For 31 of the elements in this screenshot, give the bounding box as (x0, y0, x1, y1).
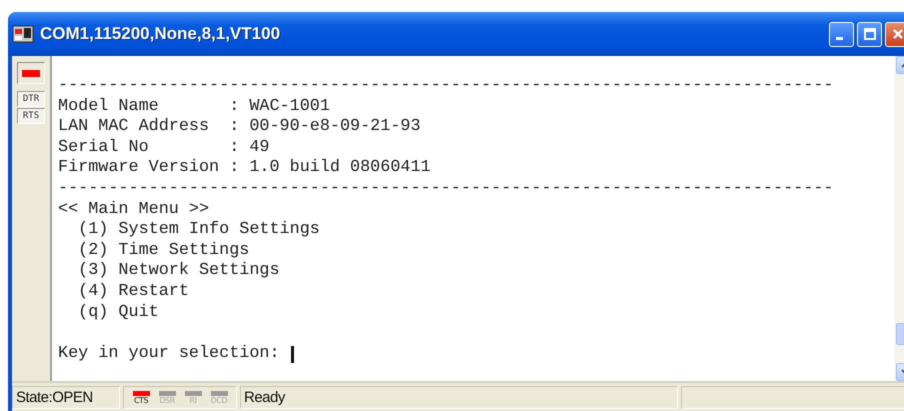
close-button[interactable] (885, 22, 904, 46)
signal-label: CTS (134, 396, 148, 404)
signal-toggle-button[interactable]: RTS (17, 108, 45, 124)
connection-state: State:OPEN (12, 386, 120, 409)
maximize-button[interactable] (857, 22, 882, 46)
signal-toggle-button[interactable]: DTR (17, 91, 45, 107)
terminal-line: Firmware Version : 1.0 build 08060411 (58, 158, 431, 179)
terminal-line: Model Name : WAC-1001 (58, 96, 330, 118)
terminal-line: LAN MAC Address : 00-90-e8-09-21-93 (58, 117, 421, 138)
terminal-line: ----------------------------------------------------------------------------- (58, 76, 834, 97)
terminal-line: Serial No : 49 (58, 138, 270, 158)
app-icon (12, 24, 34, 44)
led-indicator-button[interactable] (17, 62, 45, 84)
terminal-line: (3) Network Settings (77, 261, 280, 282)
terminal-line: (q) Quit (77, 302, 159, 324)
terminal-prompt: Key in your selection: (58, 344, 281, 364)
status-message: Ready (240, 386, 678, 409)
terminal-line: (4) Restart (77, 282, 189, 303)
signal-label: DSR (159, 396, 175, 404)
terminal-line: (1) System Info Settings (77, 220, 320, 241)
terminal-line: ----------------------------------------------------------------------------- (58, 178, 834, 200)
maximize-icon (862, 27, 876, 41)
minimize-icon (836, 36, 843, 40)
minimize-button[interactable] (829, 22, 854, 46)
signal-label: DCD (210, 396, 228, 404)
window-title: COM1,115200,None,8,1,VT100 (40, 24, 282, 44)
text-cursor (290, 346, 294, 363)
terminal-line: << Main Menu >> (58, 200, 210, 220)
close-icon (890, 27, 904, 41)
terminal-line: (2) Time Settings (77, 240, 250, 262)
signal-label: RI (190, 396, 196, 404)
